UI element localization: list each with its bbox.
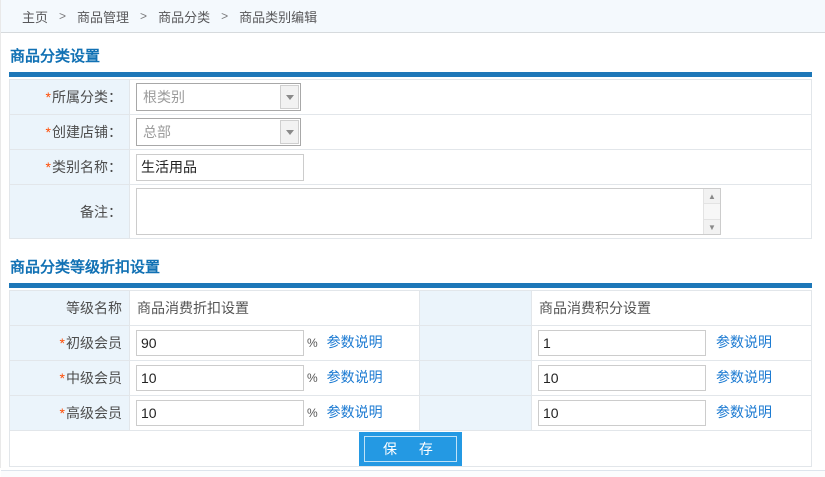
required-mark: *: [60, 405, 65, 421]
table-header-row: 等级名称 商品消费折扣设置 商品消费积分设置: [10, 291, 812, 326]
parent-category-label: 所属分类：: [52, 89, 122, 105]
level-label: 初级会员: [66, 335, 122, 351]
level-name-header: 等级名称: [66, 300, 122, 316]
shop-label: 创建店铺：: [52, 124, 122, 140]
scrollbar[interactable]: ▲ ▼: [703, 189, 720, 234]
points-param-link[interactable]: 参数说明: [716, 334, 772, 350]
points-value-cell: 参数说明: [532, 361, 812, 396]
category-name-label-cell: *类别名称：: [10, 150, 130, 185]
parent-category-label-cell: *所属分类：: [10, 80, 130, 115]
shop-select[interactable]: 总部: [136, 118, 301, 146]
middle-points-input[interactable]: [538, 365, 706, 391]
senior-discount-input[interactable]: [136, 400, 304, 426]
breadcrumb: 主页 > 商品管理 > 商品分类 > 商品类别编辑: [1, 0, 825, 33]
discount-value-cell: % 参数说明: [130, 326, 420, 361]
category-name-label: 类别名称：: [52, 159, 122, 175]
parent-category-value-cell: 根类别: [130, 80, 812, 115]
level-name-header-cell: 等级名称: [10, 291, 130, 326]
level-label-cell: *高级会员: [10, 396, 130, 431]
spacer-cell: [420, 396, 532, 431]
chevron-down-icon[interactable]: [280, 85, 299, 109]
junior-discount-input[interactable]: [136, 330, 304, 356]
table-row: *所属分类： 根类别: [10, 80, 812, 115]
points-param-link[interactable]: 参数说明: [716, 404, 772, 420]
points-header-cell: 商品消费积分设置: [532, 291, 812, 326]
table-row: 备注： ▲ ▼: [10, 185, 812, 239]
parent-category-select[interactable]: 根类别: [136, 83, 301, 111]
required-mark: *: [46, 89, 51, 105]
discount-param-link[interactable]: 参数说明: [327, 334, 383, 350]
table-row-middle-member: *中级会员 % 参数说明 参数说明: [10, 361, 812, 396]
discount-header-cell: 商品消费折扣设置: [130, 291, 420, 326]
discount-settings-table: 等级名称 商品消费折扣设置 商品消费积分设置 *初级会员 %参数说明: [9, 290, 812, 467]
level-label-cell: *中级会员: [10, 361, 130, 396]
required-mark: *: [60, 370, 65, 386]
page: 主页 > 商品管理 > 商品分类 > 商品类别编辑 商品分类设置 *所属分类： …: [0, 0, 825, 468]
category-name-input[interactable]: [136, 154, 304, 181]
breadcrumb-separator: >: [140, 9, 147, 23]
breadcrumb-product-manage[interactable]: 商品管理: [77, 7, 129, 26]
percent-sign: %: [307, 336, 318, 350]
scroll-down-icon[interactable]: ▼: [704, 219, 720, 234]
discount-param-link[interactable]: 参数说明: [327, 404, 383, 420]
table-row: *类别名称：: [10, 150, 812, 185]
table-row-senior-member: *高级会员 % 参数说明 参数说明: [10, 396, 812, 431]
percent-sign: %: [307, 406, 318, 420]
breadcrumb-separator: >: [221, 9, 228, 23]
save-button[interactable]: 保 存: [359, 432, 462, 466]
breadcrumb-product-category[interactable]: 商品分类: [158, 7, 210, 26]
scroll-up-icon[interactable]: ▲: [704, 189, 720, 204]
shop-selected-value: 总部: [137, 122, 171, 142]
percent-sign: %: [307, 371, 318, 385]
points-param-link[interactable]: 参数说明: [716, 369, 772, 385]
spacer-cell: [420, 326, 532, 361]
parent-category-selected-value: 根类别: [137, 87, 185, 107]
required-mark: *: [46, 159, 51, 175]
required-mark: *: [46, 124, 51, 140]
spacer-cell: [420, 291, 532, 326]
button-row: 保 存: [10, 431, 812, 467]
discount-value-cell: % 参数说明: [130, 361, 420, 396]
section-divider-bar: [9, 72, 812, 77]
points-value-cell: 参数说明: [532, 396, 812, 431]
section-divider-bar: [9, 283, 812, 288]
category-name-value-cell: [130, 150, 812, 185]
spacer-cell: [420, 361, 532, 396]
discount-value-cell: % 参数说明: [130, 396, 420, 431]
section-title-category-settings: 商品分类设置: [9, 45, 812, 66]
category-settings-table: *所属分类： 根类别 *创建店铺： 总部: [9, 79, 812, 239]
bottom-strip: [1, 471, 825, 477]
chevron-down-icon[interactable]: [280, 120, 299, 144]
remark-label: 备注：: [80, 204, 122, 220]
level-label: 中级会员: [66, 370, 122, 386]
main-content: 商品分类设置 *所属分类： 根类别 *创建店铺：: [1, 45, 825, 467]
table-row: *创建店铺： 总部: [10, 115, 812, 150]
save-button-cell: 保 存: [10, 431, 812, 467]
junior-points-input[interactable]: [538, 330, 706, 356]
points-header: 商品消费积分设置: [539, 300, 651, 316]
level-label: 高级会员: [66, 405, 122, 421]
level-label-cell: *初级会员: [10, 326, 130, 361]
table-row-junior-member: *初级会员 % 参数说明 参数说明: [10, 326, 812, 361]
points-value-cell: 参数说明: [532, 326, 812, 361]
remark-label-cell: 备注：: [10, 185, 130, 239]
senior-points-input[interactable]: [538, 400, 706, 426]
required-mark: *: [60, 335, 65, 351]
section-title-discount-settings: 商品分类等级折扣设置: [9, 256, 812, 277]
breadcrumb-current-page: 商品类别编辑: [239, 7, 317, 26]
save-button-label: 保 存: [364, 436, 457, 462]
remark-value-cell: ▲ ▼: [130, 185, 812, 239]
remark-textarea-frame: ▲ ▼: [136, 188, 721, 235]
discount-header: 商品消费折扣设置: [137, 300, 249, 316]
discount-param-link[interactable]: 参数说明: [327, 369, 383, 385]
breadcrumb-home[interactable]: 主页: [22, 7, 48, 26]
remark-textarea[interactable]: [137, 189, 703, 234]
middle-discount-input[interactable]: [136, 365, 304, 391]
shop-label-cell: *创建店铺：: [10, 115, 130, 150]
shop-value-cell: 总部: [130, 115, 812, 150]
breadcrumb-separator: >: [59, 9, 66, 23]
